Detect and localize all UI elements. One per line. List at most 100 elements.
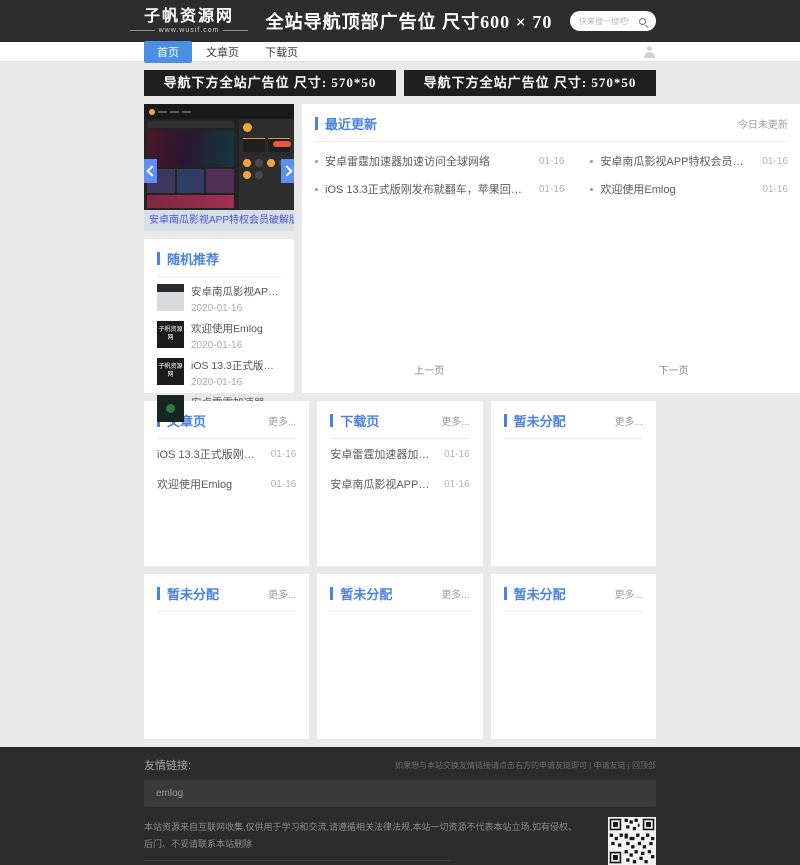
carousel[interactable]: 安卓南瓜影视APP特权会员破解版 xyxy=(144,104,294,231)
friend-link-emlog[interactable]: emlog xyxy=(144,780,656,807)
site-logo[interactable]: 子帆资源网 www.wusif.com xyxy=(130,8,248,35)
recent-panel-title: 最近更新 xyxy=(325,114,738,133)
item-date: 2020-01-16 xyxy=(191,340,281,351)
list-item[interactable]: iOS 13.3正式版刚发布就翻车，苹果回复正... 01-16 xyxy=(315,175,564,203)
panel-title: 暂未分配 xyxy=(340,584,441,603)
item-date: 01-16 xyxy=(271,449,297,460)
nav-item-home[interactable]: 首页 xyxy=(144,41,192,63)
friend-links-note[interactable]: 如果想与本站交换友情链接请点击右方的申请友链即可 | 申请友链 | 回顶部 xyxy=(395,760,656,771)
search-icon[interactable] xyxy=(639,18,646,25)
panel-title: 暂未分配 xyxy=(514,584,615,603)
more-link[interactable]: 更多... xyxy=(268,586,296,601)
item-title: iOS 13.3正式版刚发布就翻车，苹果回复正... xyxy=(325,181,531,197)
panel-title: 暂未分配 xyxy=(167,584,268,603)
bullet-icon xyxy=(590,188,593,191)
unassigned-panel: 暂未分配 更多... xyxy=(491,401,656,566)
nav-item-downloads[interactable]: 下载页 xyxy=(265,44,298,60)
footer-divider xyxy=(144,860,451,861)
sub-ad-banner-left[interactable]: 导航下方全站广告位 尺寸: 570*50 xyxy=(144,70,396,96)
random-panel-title: 随机推荐 xyxy=(167,249,281,268)
item-title: 安卓南瓜影视APP特权会员破解版 xyxy=(330,476,436,492)
list-item[interactable]: 子帆资源网 iOS 13.3正式版刚发布就翻车，苹果回复正... 2020-01… xyxy=(157,358,281,388)
list-item[interactable]: 安卓雷霆加速器加速访问全球网络 01-16 xyxy=(315,147,564,175)
more-link[interactable]: 更多... xyxy=(615,586,643,601)
search-input[interactable] xyxy=(579,17,639,26)
list-item[interactable]: 安卓南瓜影视APP特权会员破解版 01-16 xyxy=(330,469,469,499)
list-item[interactable]: 欢迎使用Emlog 01-16 xyxy=(157,469,296,499)
panel-title: 下载页 xyxy=(340,411,441,430)
item-date: 01-16 xyxy=(762,156,788,167)
item-title: 安卓南瓜影视APP特权会员破解版 xyxy=(600,153,754,169)
item-thumbnail: 子帆资源网 xyxy=(157,358,184,385)
recent-updates-panel: 最近更新 今日未更新 安卓雷霆加速器加速访问全球网络 01-16 iOS 13.… xyxy=(302,104,800,393)
heading-accent-bar xyxy=(504,414,507,427)
item-date: 01-16 xyxy=(271,479,297,490)
heading-accent-bar xyxy=(315,117,318,130)
logo-domain: www.wusif.com xyxy=(155,27,224,34)
heading-accent-bar xyxy=(330,587,333,600)
more-link[interactable]: 更多... xyxy=(441,586,469,601)
bullet-icon xyxy=(315,188,318,191)
bullet-icon xyxy=(590,160,593,163)
heading-accent-bar xyxy=(157,587,160,600)
item-title: 欢迎使用Emlog xyxy=(191,321,281,336)
search-box[interactable] xyxy=(570,11,656,31)
more-link[interactable]: 更多... xyxy=(268,413,296,428)
update-status: 今日未更新 xyxy=(738,116,788,131)
site-disclaimer: 本站资源来自互联网收集,仅供用于学习和交流,请遵循相关法律法规,本站一切资源不代… xyxy=(144,819,584,853)
list-item[interactable]: iOS 13.3正式版刚发布就翻车，苹果回复正... 01-16 xyxy=(157,439,296,469)
bullet-icon xyxy=(315,160,318,163)
panel-title: 暂未分配 xyxy=(514,411,615,430)
main-content: 导航下方全站广告位 尺寸: 570*50 导航下方全站广告位 尺寸: 570*5… xyxy=(144,70,656,739)
carousel-caption[interactable]: 安卓南瓜影视APP特权会员破解版 xyxy=(144,210,294,231)
item-thumbnail xyxy=(157,284,184,311)
list-item[interactable]: 子帆资源网 欢迎使用Emlog 2020-01-16 xyxy=(157,321,281,351)
item-title: 欢迎使用Emlog xyxy=(157,476,263,492)
item-title: iOS 13.3正式版刚发布就翻车，苹果回复正... xyxy=(191,358,281,373)
user-avatar-icon[interactable] xyxy=(643,45,656,58)
item-title: 安卓雷霆加速器加速访问全球网络 xyxy=(330,446,436,462)
logo-subtitle: www.wusif.com xyxy=(130,27,248,34)
carousel-app-topbar xyxy=(144,104,294,119)
prev-page-button[interactable]: 上一页 xyxy=(315,361,543,383)
friend-links-label: 友情链接: xyxy=(144,757,191,773)
item-date: 2020-01-16 xyxy=(191,377,281,388)
downloads-panel: 下载页 更多... 安卓雷霆加速器加速访问全球网络 01-16 安卓南瓜影视AP… xyxy=(317,401,482,566)
item-title: 安卓雷霆加速器加速访问全球网络 xyxy=(325,153,531,169)
logo-title: 子帆资源网 xyxy=(130,8,248,26)
carousel-app-body xyxy=(144,119,237,210)
more-link[interactable]: 更多... xyxy=(441,413,469,428)
list-item[interactable]: 欢迎使用Emlog 01-16 xyxy=(590,175,787,203)
item-date: 01-16 xyxy=(762,184,788,195)
heading-accent-bar xyxy=(504,587,507,600)
next-page-button[interactable]: 下一页 xyxy=(559,361,787,383)
sub-ad-banner-right[interactable]: 导航下方全站广告位 尺寸: 570*50 xyxy=(404,70,656,96)
articles-panel: 文章页 更多... iOS 13.3正式版刚发布就翻车，苹果回复正... 01-… xyxy=(144,401,309,566)
item-title: iOS 13.3正式版刚发布就翻车，苹果回复正... xyxy=(157,446,263,462)
item-thumbnail xyxy=(157,395,184,422)
item-title: 安卓南瓜影视APP特权会员破解版 xyxy=(191,284,281,299)
nav-bar: 首页 文章页 下载页 xyxy=(0,42,800,62)
unassigned-panel: 暂未分配 更多... xyxy=(491,574,656,739)
item-date: 01-16 xyxy=(444,449,470,460)
list-item[interactable]: 安卓南瓜影视APP特权会员破解版 2020-01-16 xyxy=(157,284,281,314)
site-header: 子帆资源网 www.wusif.com 全站导航顶部广告位 尺寸600 × 70 xyxy=(0,0,800,42)
carousel-next-icon[interactable] xyxy=(281,159,294,183)
heading-accent-bar xyxy=(157,252,160,265)
more-link[interactable]: 更多... xyxy=(615,413,643,428)
unassigned-panel: 暂未分配 更多... xyxy=(144,574,309,739)
random-panel: 随机推荐 安卓南瓜影视APP特权会员破解版 2020-01-16 子帆资源网 欢… xyxy=(144,239,294,393)
heading-accent-bar xyxy=(330,414,333,427)
list-item[interactable]: 安卓雷霆加速器加速访问全球网络 01-16 xyxy=(330,439,469,469)
item-title: 欢迎使用Emlog xyxy=(600,181,754,197)
item-date: 01-16 xyxy=(444,479,470,490)
top-ad-banner[interactable]: 全站导航顶部广告位 尺寸600 × 70 xyxy=(248,8,570,34)
list-item[interactable]: 安卓南瓜影视APP特权会员破解版 01-16 xyxy=(590,147,787,175)
item-date: 01-16 xyxy=(539,184,565,195)
item-thumbnail: 子帆资源网 xyxy=(157,321,184,348)
qr-code xyxy=(608,817,656,865)
nav-item-articles[interactable]: 文章页 xyxy=(206,44,239,60)
site-footer: 友情链接: 如果想与本站交换友情链接请点击右方的申请友链即可 | 申请友链 | … xyxy=(0,747,800,865)
item-date: 01-16 xyxy=(539,156,565,167)
carousel-prev-icon[interactable] xyxy=(144,159,157,183)
